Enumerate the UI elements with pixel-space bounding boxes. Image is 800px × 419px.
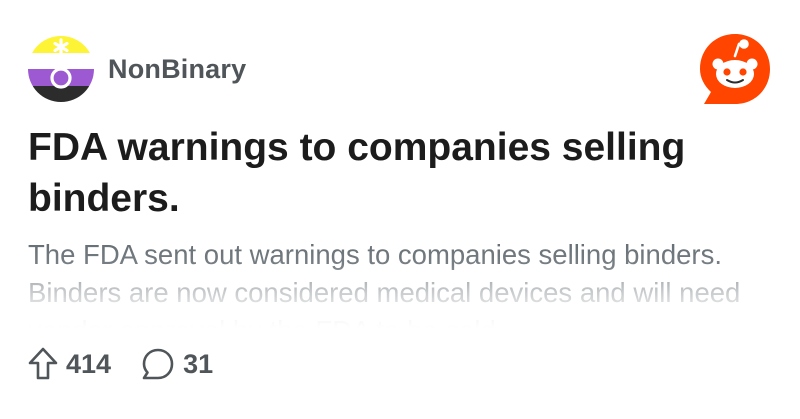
comment-bubble-icon — [142, 348, 174, 380]
upvote-arrow-icon — [28, 347, 58, 380]
post-body-text: The FDA sent out warnings to companies s… — [28, 239, 741, 332]
upvote-button[interactable]: 414 — [28, 347, 111, 381]
post-card[interactable]: NonBinary FDA warnings to companies sell… — [0, 0, 800, 419]
reddit-logo-icon — [700, 34, 770, 104]
comment-count: 31 — [183, 348, 214, 379]
comments-button[interactable]: 31 — [141, 347, 213, 381]
post-title[interactable]: FDA warnings to companies selling binder… — [28, 122, 758, 224]
post-header: NonBinary — [28, 36, 246, 102]
nonbinary-flag-symbol-icon[interactable] — [28, 36, 94, 102]
post-body-preview[interactable]: The FDA sent out warnings to companies s… — [28, 236, 772, 332]
post-footer: 414 31 — [28, 344, 243, 384]
upvote-count: 414 — [66, 348, 112, 379]
community-name[interactable]: NonBinary — [108, 54, 246, 85]
